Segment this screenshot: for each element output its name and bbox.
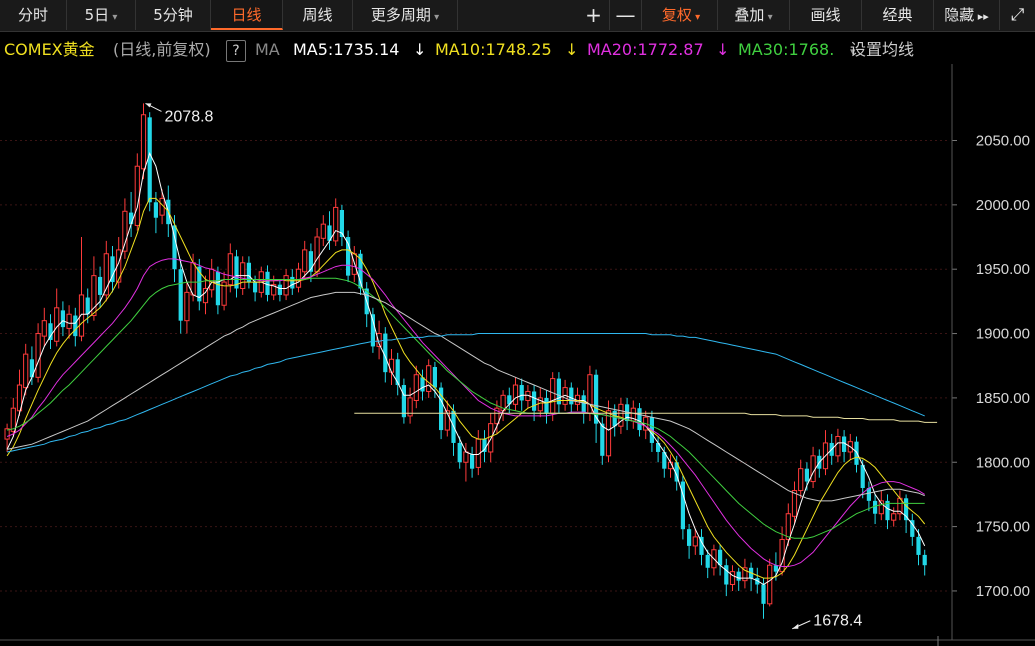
- annotation-arrowhead: [792, 623, 799, 629]
- candle-down: [147, 117, 152, 203]
- candle-down: [736, 571, 741, 581]
- candle-up: [4, 428, 10, 440]
- candle-up: [791, 490, 798, 517]
- candle-up: [388, 358, 395, 373]
- candle-down: [73, 315, 78, 337]
- ma-line-ma30: [6, 277, 925, 539]
- y-tick-label: 2000.00: [976, 197, 1030, 214]
- candle-up: [190, 262, 196, 296]
- candle-down: [637, 408, 642, 431]
- candle-down: [98, 276, 103, 295]
- candle-down: [600, 423, 605, 456]
- candlestick-chart: 1700.00 1750.00 1800.00 1850.00 1900.00 1950.…: [0, 64, 1035, 646]
- candle-down: [916, 536, 921, 555]
- candle-down: [215, 271, 220, 306]
- candle-up: [488, 423, 494, 453]
- candle-down: [687, 529, 692, 546]
- candle-down: [922, 554, 927, 566]
- y-tick-label: 1700.00: [976, 583, 1030, 600]
- candle-down: [873, 500, 878, 514]
- annotation-low: 1678.4: [813, 613, 862, 630]
- candle-down: [153, 202, 158, 218]
- candle-down: [48, 323, 53, 340]
- candle-down: [457, 442, 462, 463]
- candle-up: [767, 564, 773, 605]
- candle-up: [413, 374, 419, 401]
- candle-up: [605, 410, 612, 457]
- candle-down: [60, 310, 65, 328]
- candle-up: [810, 455, 816, 483]
- candle-up: [54, 307, 60, 342]
- candle-up: [302, 249, 308, 273]
- candle-down: [705, 554, 710, 568]
- candle-down: [85, 297, 90, 315]
- candle-up: [785, 513, 791, 540]
- candle-up: [227, 253, 233, 286]
- candle-down: [581, 395, 586, 414]
- candle-up: [798, 468, 804, 492]
- candle-up: [295, 268, 302, 288]
- candle-down: [395, 359, 400, 386]
- y-tick-label: 1900.00: [976, 326, 1030, 343]
- y-tick-label: 1850.00: [976, 390, 1030, 407]
- candle-down: [290, 276, 295, 289]
- candle-up: [140, 114, 147, 170]
- y-tick-label: 1750.00: [976, 519, 1030, 536]
- candle-down: [724, 565, 729, 585]
- candle-up: [463, 451, 469, 463]
- candle-down: [129, 212, 134, 225]
- candle-up: [314, 236, 320, 273]
- candle-up: [891, 513, 897, 521]
- candle-up: [835, 436, 841, 457]
- candle-up: [41, 320, 47, 337]
- candle-down: [804, 468, 809, 482]
- candle-up: [692, 536, 698, 547]
- y-tick-label: 2050.00: [976, 133, 1030, 150]
- candle-down: [178, 269, 183, 321]
- candle-down: [866, 487, 871, 501]
- annotation-high: 2078.8: [165, 108, 214, 125]
- candle-up: [426, 365, 432, 392]
- candle-up: [512, 384, 519, 405]
- candle-up: [66, 313, 72, 329]
- candle-down: [761, 584, 766, 604]
- candle-down: [432, 367, 437, 388]
- candle-up: [729, 571, 736, 586]
- candle-down: [470, 454, 475, 469]
- candle-up: [320, 223, 326, 239]
- candle-down: [544, 397, 549, 414]
- candle-down: [265, 271, 270, 295]
- candle-up: [35, 333, 41, 378]
- candle-up: [333, 206, 339, 242]
- candle-up: [23, 353, 29, 389]
- candle-up: [283, 275, 289, 296]
- candle-down: [401, 385, 406, 418]
- candle-down: [420, 377, 425, 392]
- candle-down: [519, 385, 524, 401]
- candle-up: [122, 210, 128, 252]
- y-tick-label: 1950.00: [976, 261, 1030, 278]
- candle-up: [550, 378, 556, 414]
- candle-down: [532, 391, 537, 411]
- candle-up: [184, 291, 190, 322]
- candle-down: [253, 282, 258, 293]
- candle-up: [134, 165, 140, 226]
- candle-up: [209, 268, 215, 291]
- candle-down: [854, 441, 859, 465]
- candle-down: [277, 284, 282, 295]
- candle-down: [718, 549, 723, 566]
- candle-down: [569, 387, 574, 405]
- candle-down: [773, 565, 778, 572]
- y-tick-label: 1800.00: [976, 454, 1030, 471]
